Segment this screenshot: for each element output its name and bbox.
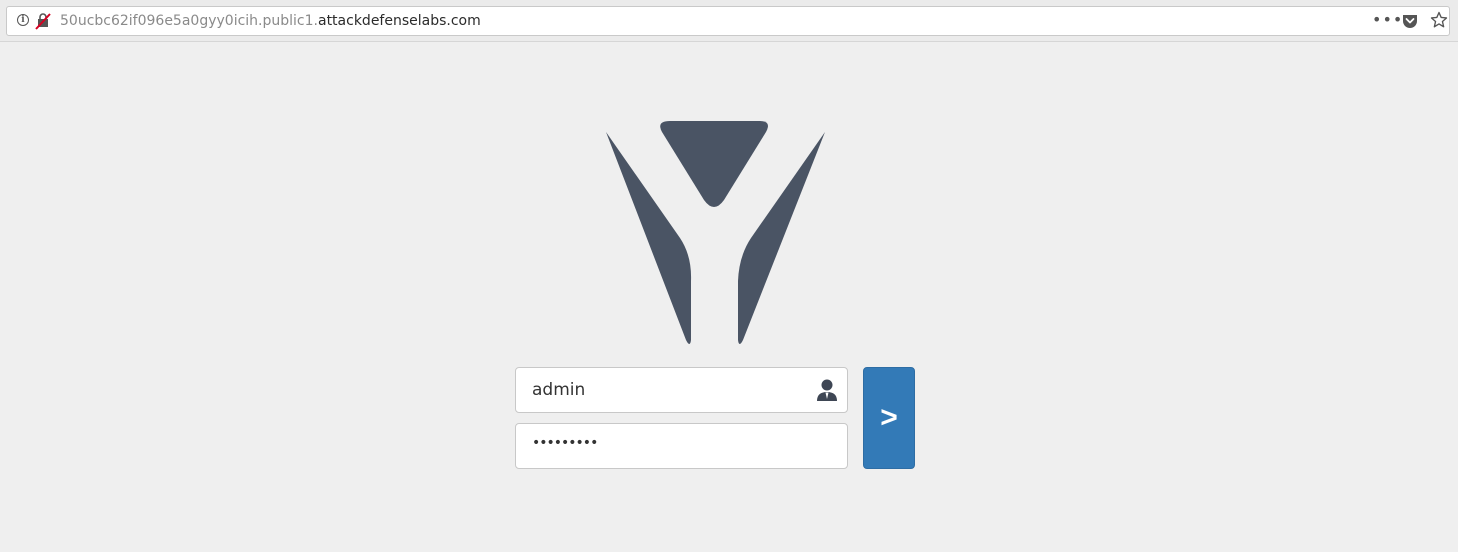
bookmark-star-icon[interactable] xyxy=(1430,11,1448,29)
url-text[interactable]: 50ucbc62if096e5a0gyy0icih.public1.attack… xyxy=(60,13,481,29)
pocket-icon[interactable] xyxy=(1402,13,1418,29)
url-subdomain: 50ucbc62if096e5a0gyy0icih.public1. xyxy=(60,13,318,29)
login-button[interactable]: > xyxy=(863,367,915,469)
password-field[interactable]: ••••••••• xyxy=(515,423,848,469)
password-value: ••••••••• xyxy=(532,435,598,451)
logo-triangle xyxy=(660,121,768,207)
username-value: admin xyxy=(532,380,586,400)
username-field[interactable]: admin xyxy=(515,367,848,413)
url-domain: attackdefenselabs.com xyxy=(317,13,481,29)
page-actions-icon[interactable]: ••• xyxy=(1372,10,1403,30)
logo-right-arm xyxy=(738,132,825,344)
insecure-connection-icon[interactable] xyxy=(35,12,51,30)
logo xyxy=(606,121,825,344)
user-icon xyxy=(817,379,837,401)
browser-toolbar: i 50ucbc62if096e5a0gyy0icih.public1.atta… xyxy=(0,0,1458,42)
logo-left-arm xyxy=(606,132,692,344)
info-icon[interactable]: i xyxy=(17,14,29,26)
address-bar[interactable]: i 50ucbc62if096e5a0gyy0icih.public1.atta… xyxy=(6,6,1450,36)
